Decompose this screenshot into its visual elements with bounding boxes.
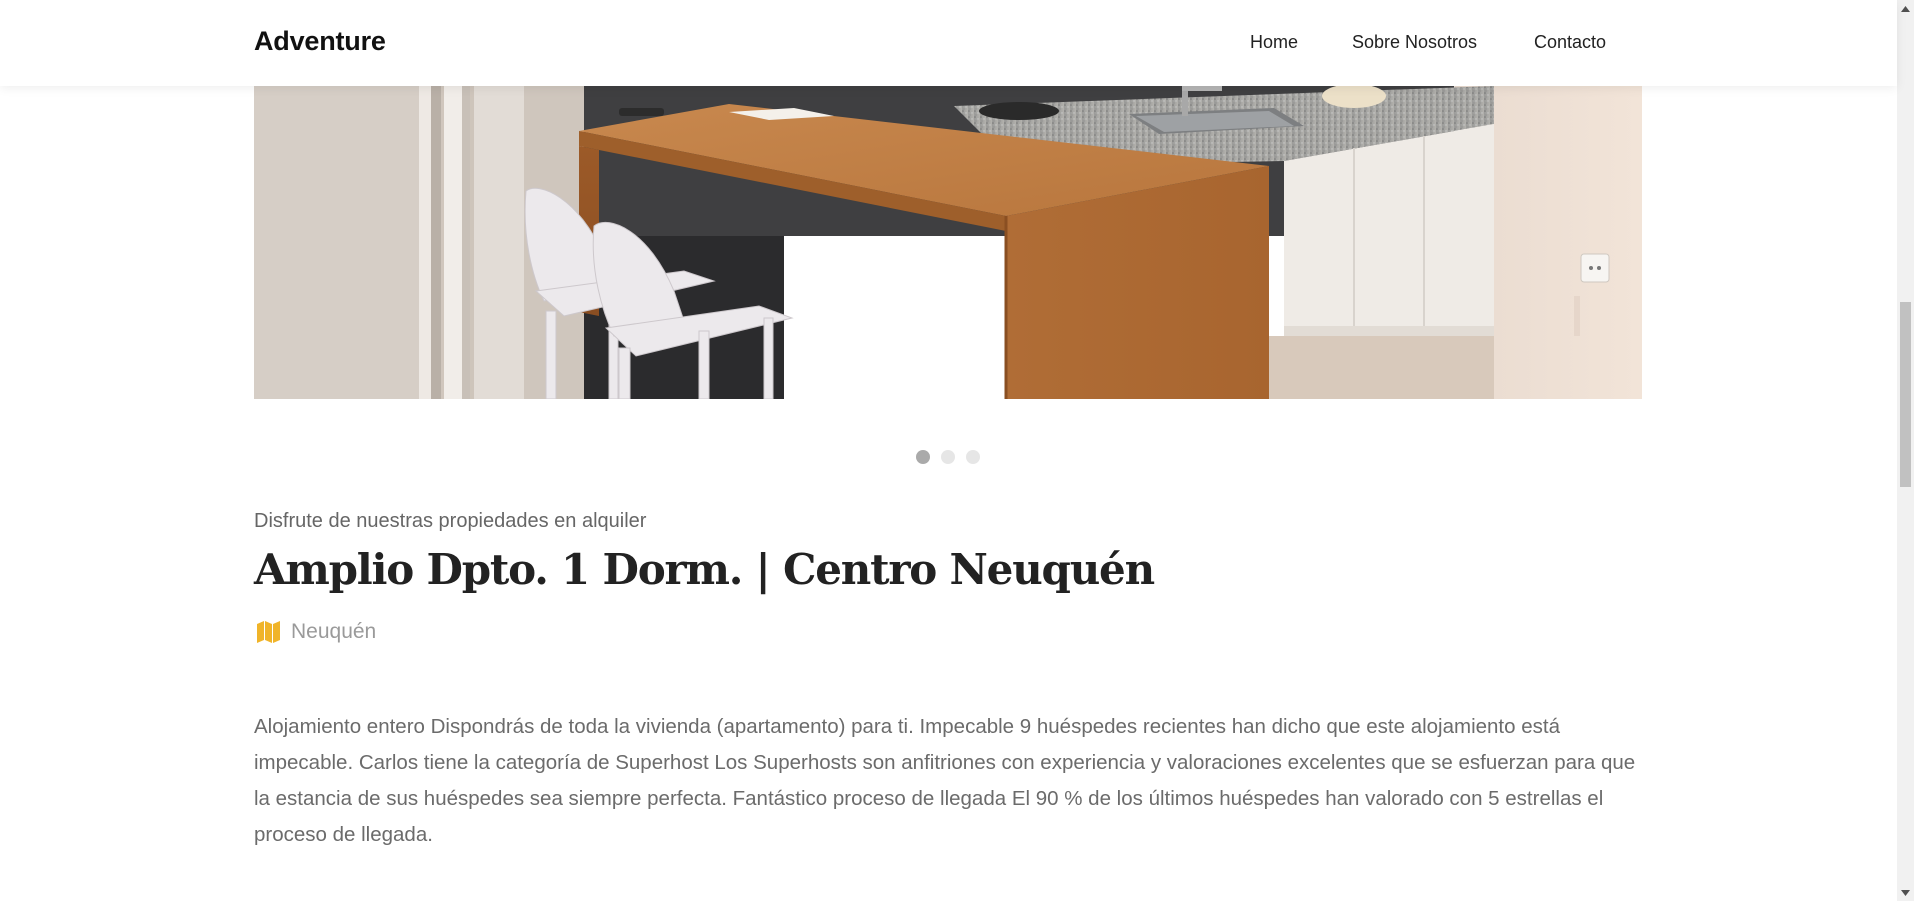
carousel-dot-2[interactable]	[941, 450, 955, 464]
nav-link-home[interactable]: Home	[1250, 32, 1298, 53]
scroll-down-arrow-icon[interactable]	[1897, 884, 1914, 901]
kitchen-photo	[254, 86, 1642, 399]
nav-link-contacto[interactable]: Contacto	[1534, 32, 1606, 53]
listing-subtitle: Disfrute de nuestras propiedades en alqu…	[254, 510, 647, 532]
listing-title: Amplio Dpto. 1 Dorm. | Centro Neuquén	[254, 545, 1155, 594]
scroll-up-arrow-icon[interactable]	[1897, 0, 1914, 17]
scrollbar-thumb[interactable]	[1900, 302, 1911, 487]
carousel-dot-3[interactable]	[966, 450, 980, 464]
top-navbar: Adventure Home Sobre Nosotros Contacto	[0, 0, 1897, 86]
page-scrollbar[interactable]	[1897, 0, 1914, 901]
nav-link-sobre-nosotros[interactable]: Sobre Nosotros	[1352, 32, 1477, 53]
carousel-dot-1[interactable]	[916, 450, 930, 464]
map-icon	[257, 621, 280, 643]
listing-location: Neuquén	[257, 617, 376, 647]
listing-description: Alojamiento entero Dispondrás de toda la…	[254, 715, 1636, 846]
brand-logo[interactable]: Adventure	[254, 26, 386, 57]
location-name: Neuquén	[291, 620, 377, 643]
hero-carousel-image	[254, 86, 1642, 399]
